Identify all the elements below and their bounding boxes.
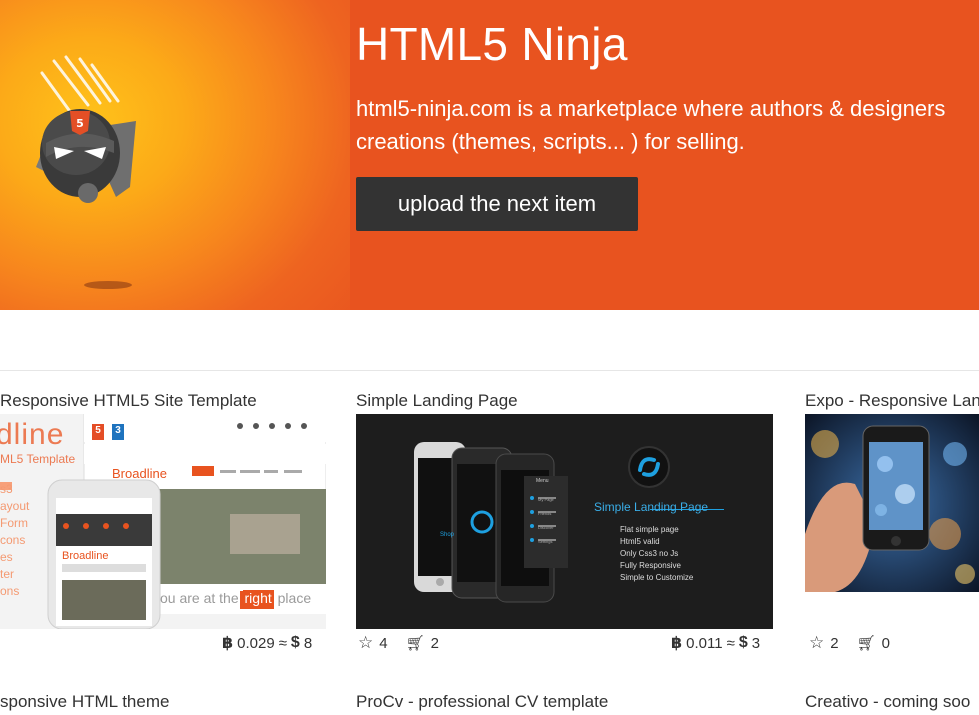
dollar-icon: $ <box>738 634 748 651</box>
star-icon[interactable]: ☆ <box>809 633 824 653</box>
cart-count-3: 0 <box>881 634 890 652</box>
item-thumbnail-2[interactable]: Simple Landing Page Flat simple page Htm… <box>356 414 773 629</box>
phone-menu-items: My Page Friends Discover Settings <box>538 493 554 549</box>
price-usd-1: 8 <box>303 634 313 652</box>
item-title-4[interactable]: sponsive HTML theme <box>0 692 169 712</box>
item-title-3[interactable]: Expo - Responsive Lan <box>805 389 979 413</box>
feature-item: s3 <box>0 482 13 496</box>
approx-sign: ≈ <box>278 634 287 652</box>
hero-description-line1: html5-ninja.com is a marketplace where a… <box>356 96 946 121</box>
broadline-subtitle: ML5 Template <box>0 452 76 466</box>
hero-description: html5-ninja.com is a marketplace where a… <box>356 92 979 158</box>
feature-item: ter <box>0 567 15 581</box>
bitcoin-icon: ฿ <box>222 635 234 652</box>
price-btc-2: 0.011 <box>686 634 723 652</box>
landing-page-preview <box>356 414 773 629</box>
item-stats-2: ☆ 4 🛒︎ 2 <box>358 633 439 653</box>
broadline-nav-brand: Broadline <box>112 466 167 481</box>
section-divider <box>0 370 979 371</box>
phone-menu-item: Settings <box>538 539 553 544</box>
svg-text:5: 5 <box>76 117 84 130</box>
landing-feature: Only Css3 no Js <box>620 549 679 558</box>
banner-highlight: right <box>242 590 274 606</box>
item-title-5[interactable]: ProCv - professional CV template <box>356 692 608 712</box>
approx-sign: ≈ <box>726 634 735 652</box>
cart-icon[interactable]: 🛒︎ <box>857 634 876 652</box>
item-thumbnail-3[interactable] <box>805 414 979 592</box>
item-card-2[interactable]: Simple Landing Page Simple Landing Page … <box>356 389 773 652</box>
html5-badge: 5 <box>95 425 101 436</box>
banner-text-after: place <box>277 590 312 606</box>
item-title-6[interactable]: Creativo - coming soo <box>805 692 970 712</box>
feature-item: ayout <box>0 499 30 513</box>
expo-preview <box>805 414 979 592</box>
item-card-3[interactable]: Expo - Responsive Lan ☆ 2 🛒︎ 0 <box>805 389 979 652</box>
banner-text-before: ou are at the <box>160 590 239 606</box>
feature-item: Form <box>0 516 28 530</box>
bitcoin-icon: ฿ <box>671 635 683 652</box>
star-icon[interactable]: ☆ <box>358 633 373 653</box>
price-btc-1: 0.029 <box>237 634 275 652</box>
ninja-logo: 5 <box>36 55 136 289</box>
phone-menu-header: Menu <box>536 478 549 484</box>
item-price-2: ฿ 0.011 ≈ $ 3 <box>671 633 760 653</box>
cart-count-2: 2 <box>430 634 439 652</box>
hero-banner: 5 HTML5 Ninja html5-ninja.com is a marke… <box>0 0 979 310</box>
landing-heading: Simple Landing Page <box>594 500 709 514</box>
upload-next-item-button[interactable]: upload the next item <box>356 177 638 231</box>
landing-feature: Html5 valid <box>620 537 660 546</box>
feature-item: cons <box>0 533 26 547</box>
feature-list-cut: s3 ayout Form cons es ter ons <box>0 481 29 600</box>
item-card-1[interactable]: Responsive HTML5 Site Template dline ML5… <box>0 389 326 652</box>
item-stats-3: ☆ 2 🛒︎ 0 <box>809 633 890 653</box>
item-thumbnail-1[interactable]: dline ML5 Template 5 3 Broadline Broadli… <box>0 414 326 629</box>
landing-feature: Fully Responsive <box>620 561 681 570</box>
item-title-1[interactable]: Responsive HTML5 Site Template <box>0 389 326 413</box>
broadline-phone-brand: Broadline <box>62 550 109 562</box>
item-price-1: ฿ 0.029 ≈ $ 8 <box>222 633 312 653</box>
hero-title: HTML5 Ninja <box>356 18 628 70</box>
phone-menu-item: My Page <box>538 497 554 502</box>
star-count-2: 4 <box>379 634 388 652</box>
hero-description-line2: creations (themes, scripts... ) for sell… <box>356 129 745 154</box>
feature-item: es <box>0 550 13 564</box>
phone-menu-item: Friends <box>538 511 552 516</box>
landing-feature: Flat simple page <box>620 525 679 534</box>
price-usd-2: 3 <box>751 634 761 652</box>
phone-shop-label: Shop <box>440 532 455 538</box>
cart-icon[interactable]: 🛒︎ <box>406 634 425 652</box>
css3-badge: 3 <box>115 425 121 436</box>
dollar-icon: $ <box>290 634 300 651</box>
broadline-logo-text: dline <box>0 418 65 451</box>
phone-menu-item: Discover <box>538 525 554 530</box>
item-title-2[interactable]: Simple Landing Page <box>356 389 773 413</box>
landing-feature-list: Flat simple page Html5 valid Only Css3 n… <box>620 524 693 584</box>
broadline-banner-text: ou are at the right place <box>160 590 311 606</box>
landing-feature: Simple to Customize <box>620 573 694 582</box>
feature-item: ons <box>0 584 20 598</box>
star-count-3: 2 <box>830 634 839 652</box>
